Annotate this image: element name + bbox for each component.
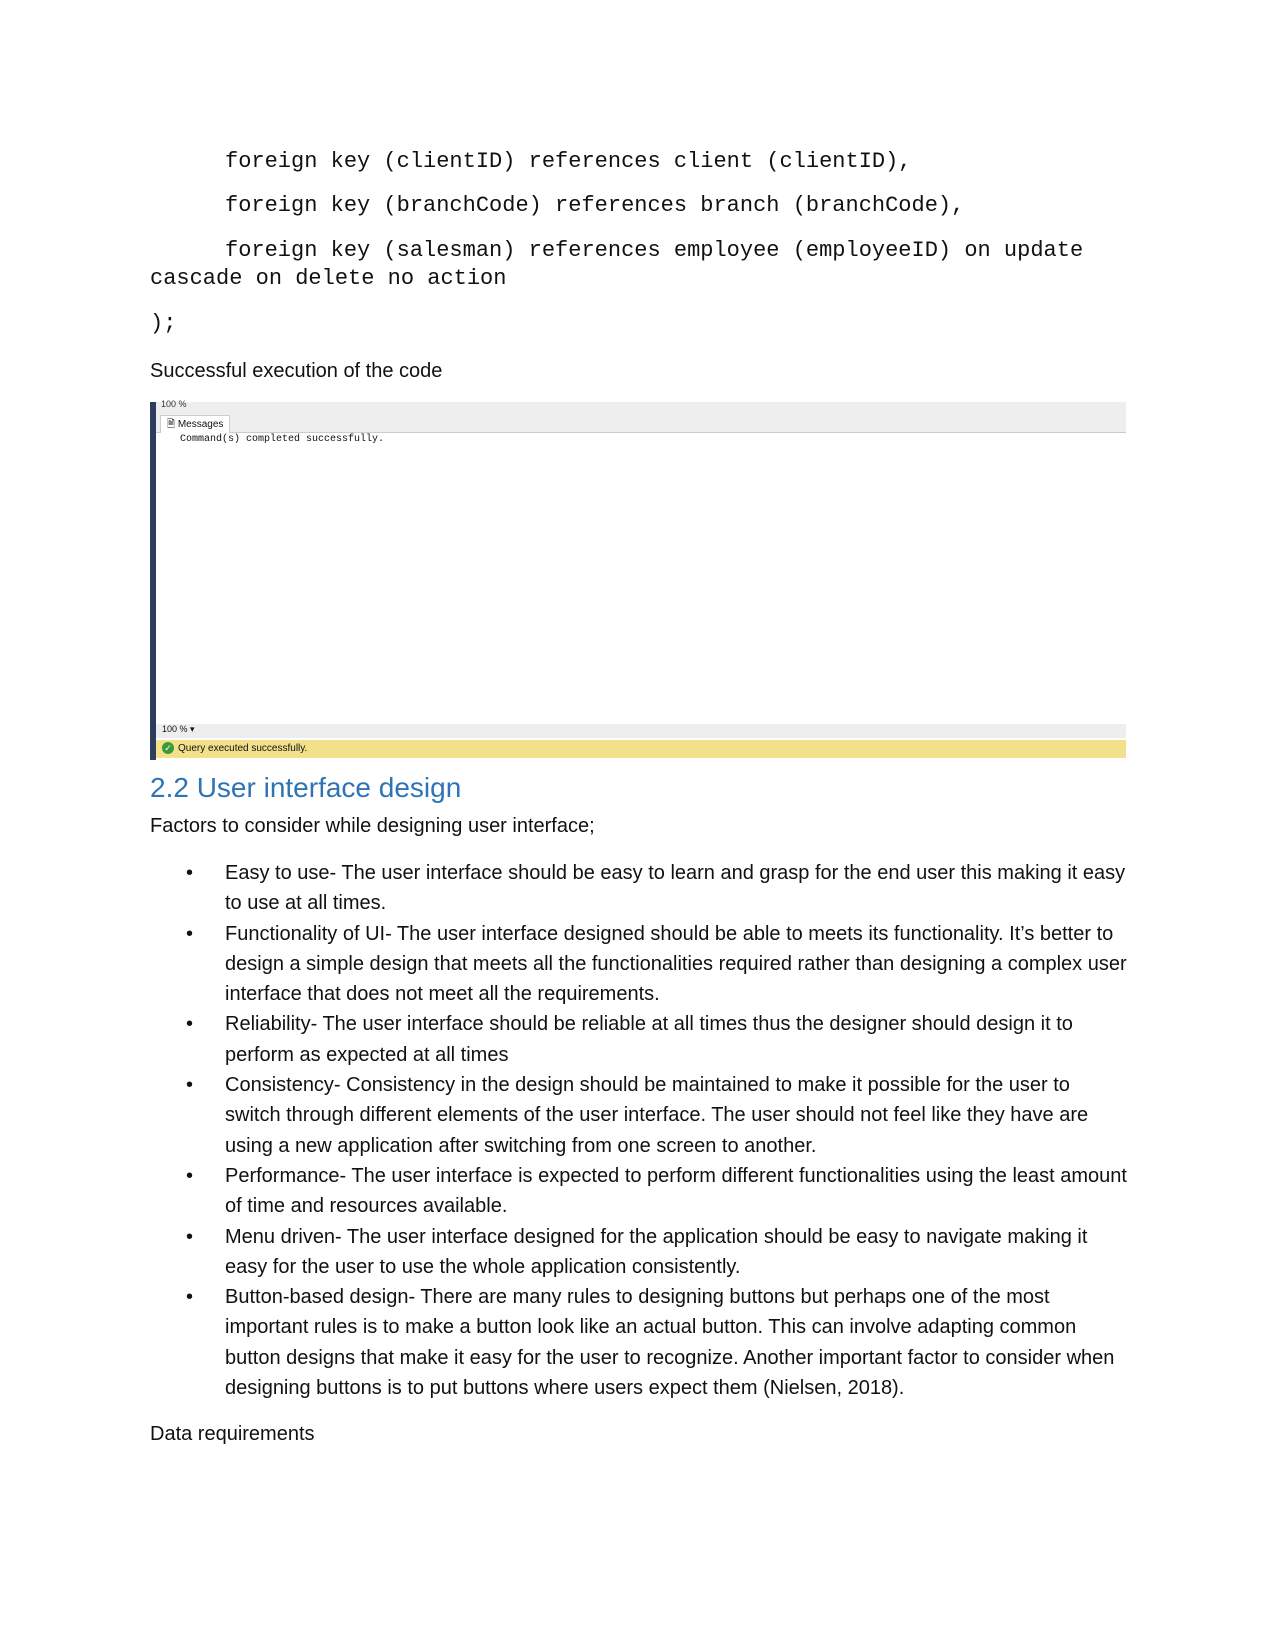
results-toolbar: 100 % 🗎 Messages <box>156 399 1126 433</box>
list-item: • Reliability- The user interface should … <box>186 1013 1073 1066</box>
list-item: • Performance- The user interface is expe… <box>186 1164 1127 1218</box>
intro-text: Factors to consider while designing user… <box>150 815 595 837</box>
messages-icon: 🗎 <box>167 419 178 430</box>
messages-tab: 🗎 Messages <box>160 415 231 433</box>
tab-label: Messages <box>177 419 224 430</box>
code-line: foreign key (branchCode) references bran… <box>225 193 965 218</box>
factor-list: • Easy to use- The user interface should … <box>150 858 1130 1403</box>
message-text: Command(s) completed successfully. <box>180 434 385 445</box>
code-line: foreign key (salesman) references employ… <box>150 238 1097 291</box>
document-page: foreign key (clientID) references client… <box>0 0 1275 1651</box>
zoom-level-bottom: 100 % <box>162 724 188 734</box>
data-requirements-text: Data requirements <box>150 1423 315 1445</box>
check-icon: ✓ <box>162 742 174 755</box>
zoom-level: 100 % <box>161 399 187 409</box>
zoom-bar: 100 % ▾ <box>156 724 1126 738</box>
list-item: • Menu driven- The user interface designe… <box>186 1225 1088 1278</box>
code-line: foreign key (clientID) references client… <box>225 149 912 174</box>
status-bar: ✓ Query executed successfully. <box>156 740 1126 758</box>
section-heading: 2.2 User interface design <box>150 772 462 803</box>
caption: Successful execution of the code <box>150 360 443 382</box>
list-item: • Consistency- Consistency in the design … <box>186 1074 1089 1157</box>
code-line: ); <box>150 311 177 336</box>
status-text: Query executed successfully. <box>178 743 308 754</box>
list-item: • Button-based design- There are many rul… <box>186 1286 1115 1400</box>
list-item: • Easy to use- The user interface should … <box>186 862 1126 915</box>
list-item: • Functionality of UI- The user interface… <box>186 922 1127 1006</box>
query-result-screenshot: 100 % 🗎 Messages Command(s) completed su… <box>150 399 1126 760</box>
